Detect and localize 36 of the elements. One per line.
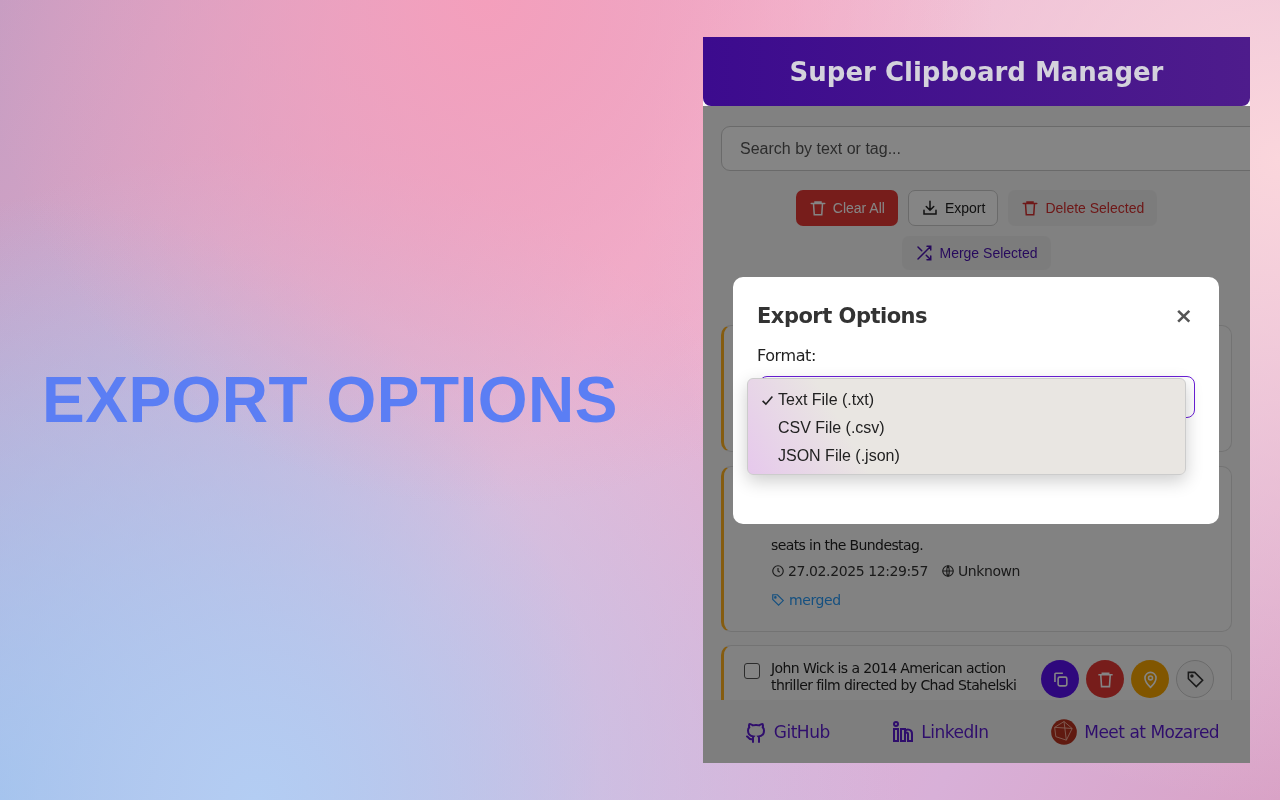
download-icon	[920, 199, 939, 217]
footer-link[interactable]: GitHub	[743, 719, 830, 744]
search-field[interactable]: Search by text or tag...	[721, 126, 1250, 171]
linkedin-icon	[891, 719, 916, 744]
clock-icon	[771, 564, 785, 578]
toolbar-button[interactable]: Clear All	[795, 190, 898, 226]
format-option[interactable]: CSV File (.csv)	[748, 414, 1185, 442]
clip-text: seats in the Bundestag.	[771, 537, 925, 554]
tag-button[interactable]	[1176, 660, 1214, 698]
toolbar-button[interactable]: Merge Selected	[902, 236, 1051, 270]
page-heading: EXPORT OPTIONS	[42, 363, 618, 437]
clip-source: Unknown	[957, 563, 1021, 579]
app-title: Super Clipboard Manager	[789, 56, 1164, 87]
format-option[interactable]: Text File (.txt)	[748, 386, 1185, 414]
clip-text: John Wick is a 2014 American action thriller film directed by Chad Stahelski	[771, 660, 1018, 694]
shuffle-icon	[915, 244, 934, 262]
tag-link[interactable]: merged	[771, 592, 841, 608]
checkbox[interactable]	[744, 663, 760, 679]
delete-button[interactable]	[1086, 660, 1124, 698]
trash-icon	[808, 199, 827, 217]
clip-time: 27.02.2025 12:29:57	[788, 563, 928, 579]
tag-icon	[1185, 669, 1205, 689]
trash-icon	[1021, 199, 1040, 217]
tag-icon	[771, 593, 785, 607]
logo-drawing	[1050, 717, 1079, 746]
dialog-title: Export Options	[757, 303, 928, 328]
toolbar-button[interactable]: Export	[907, 190, 999, 226]
copy-button[interactable]	[1041, 660, 1079, 698]
globe-icon	[940, 564, 955, 578]
trash-icon	[1095, 669, 1115, 689]
close-button[interactable]: ×	[1172, 303, 1195, 328]
footer-link[interactable]: Meet at Mozared	[1050, 717, 1220, 746]
footer-link[interactable]: LinkedIn	[891, 719, 989, 744]
toolbar-button[interactable]: Delete Selected	[1008, 190, 1158, 226]
format-option[interactable]: JSON File (.json)	[748, 442, 1185, 470]
format-label: Format:	[757, 346, 817, 365]
